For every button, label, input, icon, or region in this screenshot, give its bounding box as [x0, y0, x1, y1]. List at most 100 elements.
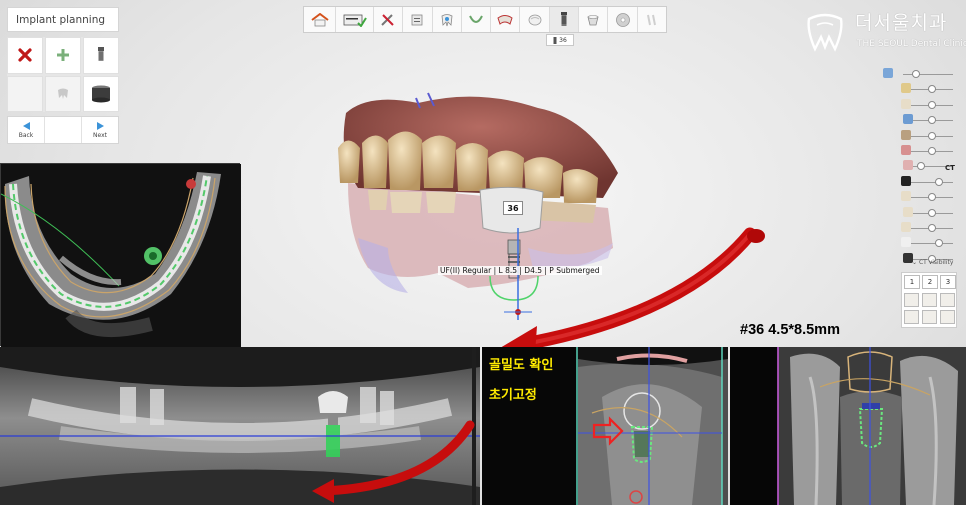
back-button[interactable]: Back	[8, 117, 44, 143]
clinic-name-english: THE SEOUL Dental Clinic	[857, 39, 966, 49]
add-implant-button[interactable]	[45, 37, 81, 74]
tooth-icon	[901, 191, 911, 202]
implant-library-button[interactable]	[83, 37, 119, 74]
visibility-slider-2[interactable]	[883, 83, 955, 95]
sleeve-button[interactable]	[83, 75, 119, 112]
scan-icon	[412, 14, 423, 25]
view-label: 3	[945, 278, 951, 286]
grayed-icon	[646, 14, 656, 25]
checklist-icon	[343, 14, 367, 27]
visibility-slider-3[interactable]	[883, 98, 955, 111]
slider-knob[interactable]	[928, 131, 937, 140]
view-right-button[interactable]	[940, 293, 955, 307]
visibility-slider-1[interactable]	[883, 68, 955, 80]
visibility-slider-11[interactable]	[883, 222, 955, 234]
slider-knob[interactable]	[928, 147, 937, 155]
jaw-step[interactable]	[491, 7, 521, 32]
arrow-left-icon	[22, 121, 30, 130]
initial-fixation-annotation: 초기고정	[489, 388, 537, 403]
clinic-logo-icon	[807, 13, 843, 52]
delete-icon	[18, 48, 32, 62]
tooltip-text: 36	[559, 36, 567, 44]
implant-icon	[553, 36, 557, 44]
panoramic-ct-view[interactable]	[0, 347, 480, 505]
plus-icon	[57, 49, 69, 62]
checklist-step[interactable]	[336, 7, 374, 32]
tooth-icon	[901, 222, 911, 232]
visibility-slider-12[interactable]	[883, 237, 955, 249]
view-selector-panel: 1 2 3	[901, 272, 957, 328]
disc-step[interactable]	[608, 7, 638, 32]
slider-knob[interactable]	[916, 162, 925, 171]
abutment-step[interactable]	[579, 7, 609, 32]
tooth-icon	[903, 206, 913, 217]
view-button-2[interactable]: 2	[922, 275, 938, 289]
slider-knob[interactable]	[912, 70, 921, 78]
implant-icon	[901, 129, 911, 140]
implant-icon	[560, 11, 567, 26]
view-bottom-button[interactable]	[922, 310, 937, 324]
slider-knob[interactable]	[928, 85, 937, 94]
nav-spacer	[44, 117, 82, 143]
empty-tool-slot	[7, 75, 43, 112]
pin-icon	[883, 68, 893, 78]
tooth-icon	[441, 13, 453, 26]
visibility-slider-6[interactable]	[883, 145, 955, 157]
view-left-button[interactable]	[922, 293, 937, 307]
scan-icon	[903, 114, 913, 125]
ct-label: CT	[945, 164, 955, 172]
next-button[interactable]: Next	[82, 117, 118, 143]
slider-knob[interactable]	[928, 193, 937, 202]
red-curved-arrow	[500, 227, 765, 354]
crown-step[interactable]	[520, 7, 550, 32]
planning-tool-grid	[7, 37, 119, 112]
view-back-button[interactable]	[940, 310, 955, 324]
sleeve-icon	[92, 85, 110, 103]
view-label: 2	[927, 278, 933, 286]
jaw-icon	[497, 14, 513, 25]
axial-ct-view[interactable]	[0, 163, 241, 347]
home-icon	[310, 12, 329, 26]
view-top-button[interactable]	[904, 310, 919, 324]
clinic-name-korean: 더서울치과	[855, 12, 948, 34]
tooth-step[interactable]	[433, 7, 462, 32]
crown-icon	[528, 14, 542, 25]
visibility-slider-9[interactable]	[883, 191, 955, 203]
tools-step[interactable]	[374, 7, 404, 32]
cross-section-view-2[interactable]	[730, 347, 966, 505]
tools-icon	[381, 13, 394, 26]
visibility-slider-8[interactable]	[883, 175, 955, 188]
slider-knob[interactable]	[928, 224, 937, 232]
ct-visibility-label: CT visibility	[918, 259, 954, 266]
disabled-step	[638, 7, 666, 32]
implant-size-text: #36 4.5*8.5mm	[740, 322, 840, 338]
home-button[interactable]	[304, 7, 336, 32]
view-button-1[interactable]: 1	[904, 275, 920, 289]
arch-step[interactable]	[462, 7, 492, 32]
implant-planning-title: Implant planning	[7, 7, 119, 32]
visibility-slider-5[interactable]	[883, 129, 955, 142]
nerve-icon	[903, 160, 913, 171]
bone-density-annotation: 골밀도 확인	[489, 358, 554, 373]
arrow-right-icon	[96, 121, 104, 130]
axial-ct-image	[0, 164, 241, 347]
slider-knob[interactable]	[928, 116, 937, 125]
cross-section-image-2	[730, 347, 966, 505]
view-button-3[interactable]: 3	[940, 275, 956, 289]
visibility-slider-4[interactable]	[883, 114, 955, 126]
view-front-button[interactable]	[904, 293, 919, 307]
slider-knob[interactable]	[928, 100, 937, 109]
visibility-slider-10[interactable]	[883, 206, 955, 219]
scan-step[interactable]	[403, 7, 433, 32]
slider-knob[interactable]	[935, 177, 944, 186]
navigation-row: Back Next	[7, 116, 119, 144]
gum-icon	[901, 145, 911, 155]
implant-step[interactable]	[549, 7, 580, 32]
crown-icon	[901, 83, 911, 94]
slider-knob[interactable]	[928, 208, 937, 217]
tooth-move-button[interactable]	[45, 75, 81, 112]
slider-knob[interactable]	[935, 239, 944, 248]
ct-icon	[901, 175, 911, 186]
ct-visibility-toggle[interactable]: ⌄ CT visibility	[912, 259, 953, 266]
delete-implant-button[interactable]	[7, 37, 43, 74]
